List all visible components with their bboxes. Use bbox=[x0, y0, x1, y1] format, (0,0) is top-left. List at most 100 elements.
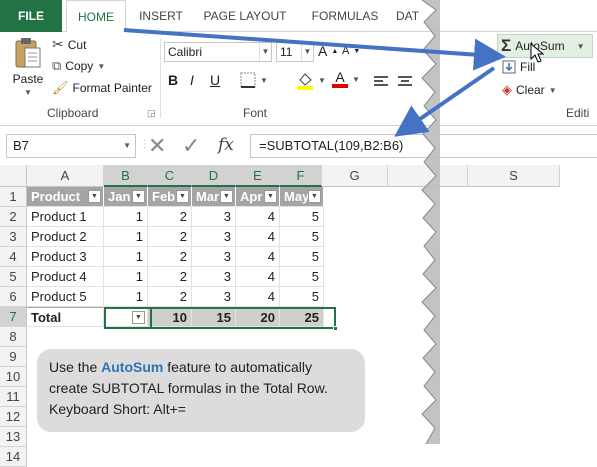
table-cell[interactable]: 4 bbox=[236, 247, 280, 267]
align-center-icon[interactable] bbox=[398, 76, 412, 91]
table-cell[interactable]: Product 3 bbox=[27, 247, 104, 267]
cut-button[interactable]: ✂ Cut bbox=[52, 36, 86, 53]
clear-button[interactable]: ◈ Clear ▼ bbox=[502, 82, 557, 98]
table-cell[interactable]: 5 bbox=[280, 227, 324, 247]
row-header[interactable]: 10 bbox=[0, 367, 27, 387]
table-cell[interactable]: 2 bbox=[148, 247, 192, 267]
row-header[interactable]: 9 bbox=[0, 347, 27, 367]
table-cell[interactable]: Product 1 bbox=[27, 207, 104, 227]
fill-handle[interactable] bbox=[333, 326, 338, 331]
table-cell[interactable]: 4 bbox=[236, 207, 280, 227]
font-size-dropdown[interactable]: 11 ▼ bbox=[276, 42, 314, 62]
table-cell[interactable]: 5 bbox=[280, 207, 324, 227]
row-header[interactable]: 1 bbox=[0, 187, 27, 207]
column-header[interactable]: E bbox=[236, 165, 280, 187]
column-header[interactable]: S bbox=[468, 165, 560, 187]
table-cell[interactable]: 5 bbox=[280, 247, 324, 267]
table-cell[interactable]: 3 bbox=[192, 247, 236, 267]
tab-insert[interactable]: INSERT bbox=[130, 0, 192, 32]
table-cell[interactable]: 4 bbox=[236, 227, 280, 247]
filter-dropdown-icon[interactable]: ▼ bbox=[88, 190, 101, 203]
shrink-font-button[interactable]: A ▼ bbox=[342, 45, 360, 57]
table-header-cell[interactable]: Feb ▼ bbox=[148, 187, 192, 207]
table-cell[interactable]: 2 bbox=[148, 267, 192, 287]
table-cell[interactable]: 1 bbox=[104, 287, 148, 307]
filter-dropdown-icon[interactable]: ▼ bbox=[176, 190, 189, 203]
row-header[interactable]: 12 bbox=[0, 407, 27, 427]
table-cell[interactable]: 3 bbox=[192, 227, 236, 247]
filter-dropdown-icon[interactable]: ▼ bbox=[308, 190, 321, 203]
name-box[interactable]: B7 ▼ bbox=[6, 134, 136, 158]
row-header[interactable]: 2 bbox=[0, 207, 27, 227]
dialog-launcher-icon[interactable]: ◲ bbox=[147, 108, 156, 119]
autosum-button[interactable]: Σ AutoSum ▼ bbox=[497, 34, 593, 58]
table-cell[interactable]: 2 bbox=[148, 207, 192, 227]
row-header[interactable]: 4 bbox=[0, 247, 27, 267]
table-cell[interactable]: 1 bbox=[104, 247, 148, 267]
filter-dropdown-icon[interactable]: ▼ bbox=[220, 190, 233, 203]
font-color-button[interactable]: A ▼ bbox=[332, 70, 360, 88]
column-header[interactable]: F bbox=[280, 165, 322, 187]
total-row-cell[interactable]: Total bbox=[27, 307, 104, 327]
bold-button[interactable]: B bbox=[168, 72, 178, 88]
total-row-cell[interactable]: 15 bbox=[192, 307, 236, 327]
row-header[interactable]: 14 bbox=[0, 447, 27, 467]
insert-function-icon[interactable]: fx bbox=[218, 135, 234, 155]
align-left-icon[interactable] bbox=[374, 76, 388, 91]
tab-formulas[interactable]: FORMULAS bbox=[300, 0, 390, 32]
table-header-cell[interactable]: Mar ▼ bbox=[192, 187, 236, 207]
column-header[interactable]: D bbox=[192, 165, 236, 187]
table-cell[interactable]: 4 bbox=[236, 267, 280, 287]
table-cell[interactable]: 5 bbox=[280, 267, 324, 287]
column-header[interactable]: B bbox=[104, 165, 148, 187]
cancel-formula-icon[interactable]: ✕ bbox=[148, 133, 166, 159]
table-header-cell[interactable]: Apr ▼ bbox=[236, 187, 280, 207]
row-header[interactable]: 5 bbox=[0, 267, 27, 287]
table-cell[interactable]: Product 4 bbox=[27, 267, 104, 287]
grow-font-button[interactable]: A ▲ bbox=[318, 43, 338, 59]
fill-color-button[interactable]: ▼ bbox=[296, 70, 326, 90]
format-painter-button[interactable]: 🖌 Format Painter bbox=[52, 80, 152, 96]
row-header[interactable]: 8 bbox=[0, 327, 27, 347]
filter-dropdown-icon[interactable]: ▼ bbox=[132, 190, 145, 203]
enter-formula-icon[interactable]: ✓ bbox=[182, 133, 200, 159]
table-header-cell[interactable]: Product ▼ bbox=[27, 187, 104, 207]
tab-file[interactable]: FILE bbox=[0, 0, 62, 32]
select-all-corner[interactable] bbox=[0, 165, 27, 187]
table-cell[interactable]: 2 bbox=[148, 227, 192, 247]
table-cell[interactable]: 3 bbox=[192, 267, 236, 287]
total-row-cell[interactable]: 20 bbox=[236, 307, 280, 327]
table-cell[interactable]: 3 bbox=[192, 287, 236, 307]
table-cell[interactable]: 4 bbox=[236, 287, 280, 307]
row-header[interactable]: 7 bbox=[0, 307, 27, 327]
table-cell[interactable]: 5 bbox=[280, 287, 324, 307]
column-header[interactable]: G bbox=[322, 165, 388, 187]
borders-button[interactable]: ▼ bbox=[240, 72, 268, 88]
italic-button[interactable]: I bbox=[190, 72, 194, 88]
row-header[interactable]: 11 bbox=[0, 387, 27, 407]
table-cell[interactable]: 1 bbox=[104, 227, 148, 247]
table-header-cell[interactable]: May ▼ bbox=[280, 187, 324, 207]
table-cell[interactable]: 1 bbox=[104, 267, 148, 287]
total-row-cell[interactable]: 5▼ bbox=[104, 307, 148, 327]
tab-page-layout[interactable]: PAGE LAYOUT bbox=[196, 0, 294, 32]
table-cell[interactable]: 1 bbox=[104, 207, 148, 227]
table-cell[interactable]: Product 2 bbox=[27, 227, 104, 247]
copy-button[interactable]: ⧉ Copy ▼ bbox=[52, 58, 105, 74]
table-cell[interactable]: 3 bbox=[192, 207, 236, 227]
column-header[interactable]: A bbox=[27, 165, 104, 187]
paste-button[interactable]: Paste ▼ bbox=[8, 36, 48, 97]
total-row-cell[interactable]: 10 bbox=[148, 307, 192, 327]
tab-home[interactable]: HOME bbox=[66, 0, 126, 33]
total-row-cell[interactable]: 25 bbox=[280, 307, 324, 327]
table-cell[interactable]: 2 bbox=[148, 287, 192, 307]
table-header-cell[interactable]: Jan ▼ bbox=[104, 187, 148, 207]
font-name-dropdown[interactable]: Calibri ▼ bbox=[164, 42, 272, 62]
column-header[interactable]: C bbox=[148, 165, 192, 187]
filter-dropdown-icon[interactable]: ▼ bbox=[264, 190, 277, 203]
underline-button[interactable]: U bbox=[210, 72, 220, 88]
table-cell[interactable]: Product 5 bbox=[27, 287, 104, 307]
row-header[interactable]: 13 bbox=[0, 427, 27, 447]
row-header[interactable]: 6 bbox=[0, 287, 27, 307]
row-header[interactable]: 3 bbox=[0, 227, 27, 247]
